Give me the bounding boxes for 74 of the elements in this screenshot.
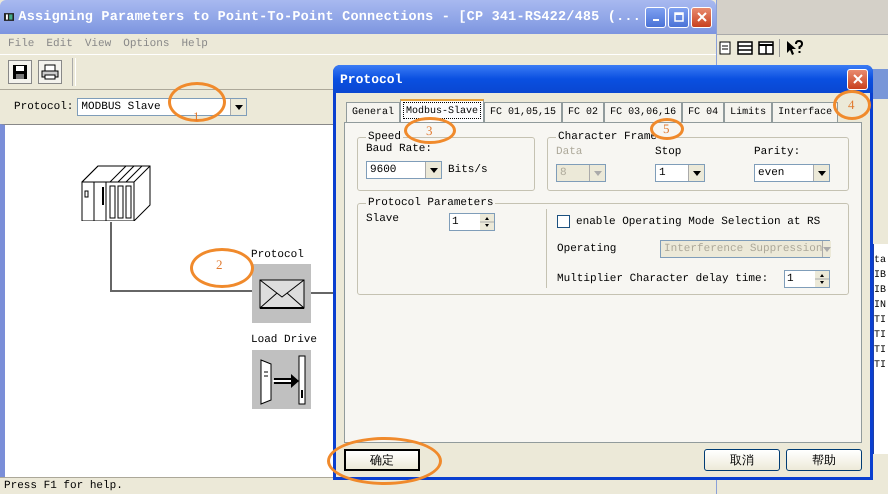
checkbox-label: enable Operating Mode Selection at RS [576,216,820,228]
tab[interactable]: Interface [772,102,838,122]
group-title: Protocol Parameters [367,197,494,209]
slave-spinner[interactable]: 1 [449,213,496,231]
dropdown-arrow-icon [594,170,602,176]
tab[interactable]: Limits [724,102,772,122]
field-label: Parity: [754,146,802,158]
dialog-title: Protocol [340,72,402,86]
field-label: Stop [655,146,682,158]
columns-icon[interactable] [758,41,774,55]
annotation-ellipse [404,117,456,144]
maximize-button[interactable] [668,6,689,28]
annotation-ellipse [168,82,226,122]
node-label: Load Drive [251,334,318,346]
dropdown[interactable]: even [754,164,830,182]
minimize-icon [652,19,658,21]
field-label: Operating [557,243,616,255]
tab[interactable]: Modbus-Slave [400,99,484,122]
field-label: Baud Rate: [366,143,434,155]
annotation-number: 5 [663,122,670,135]
list-text: TI [874,344,888,357]
tab[interactable]: FC 02 [562,102,604,122]
list-text: TI [874,314,888,327]
dropdown-arrow-icon [818,170,826,176]
rows-icon[interactable] [737,41,753,55]
dropdown-arrow-icon [692,170,700,176]
cancel-button[interactable]: 取消 [704,449,780,471]
list-text: IN [874,299,888,312]
close-icon [696,12,706,22]
tab[interactable]: FC 01,05,15 [484,102,562,122]
node-label: Protocol [251,249,304,261]
close-button[interactable] [691,6,712,28]
annotation-number: 4 [848,98,854,111]
protocol-label: Protocol: [14,101,74,113]
tab[interactable]: General [346,102,400,122]
tab[interactable]: FC 03,06,16 [604,102,682,122]
printer-icon [41,64,59,80]
checkbox[interactable] [557,215,570,228]
envelope-icon [258,278,304,308]
dropdown-arrow-icon [430,168,438,172]
list-text: TI [874,329,888,342]
window-title: Assigning Parameters to Point-To-Point Connections - [CP 341-RS422/485 (... [18,10,641,24]
list-text: ta [874,254,888,267]
dropdown-arrow-icon [234,104,243,110]
unit-label: Bits/s [448,164,488,176]
close-icon [852,74,862,84]
baud-rate-dropdown[interactable]: 9600 [366,161,442,179]
connection-line [311,292,335,294]
maximize-icon [674,12,684,22]
tab[interactable]: FC 04 [682,102,724,122]
print-button[interactable] [38,60,62,84]
protocol-node[interactable] [252,264,311,323]
list-text: IB [874,269,888,282]
ok-button[interactable]: 确定 [344,449,420,471]
print-preview-icon[interactable] [718,40,732,56]
help-button[interactable]: 帮助 [786,449,862,471]
field-label: Multiplier Character delay time: [557,273,768,285]
field-label: Slave [366,213,400,225]
dropdown[interactable]: 1 [655,164,705,182]
multiplier-spinner[interactable]: 1 [784,270,830,288]
list-text: TI [874,359,888,372]
help-cursor-icon[interactable] [785,40,803,56]
dropdown-arrow-icon [823,246,832,252]
load-driver-node[interactable] [252,350,311,409]
minimize-button[interactable] [645,6,666,28]
annotation-ellipse [833,90,871,120]
field-label: Data [556,146,584,158]
plc-rack-drawing [80,165,152,221]
close-button[interactable] [847,68,868,90]
annotation-number: 2 [216,258,222,271]
save-button[interactable] [8,60,32,84]
group-title: Speed [367,131,402,143]
list-text: IB [874,284,888,297]
annotation-number: 3 [426,124,432,137]
